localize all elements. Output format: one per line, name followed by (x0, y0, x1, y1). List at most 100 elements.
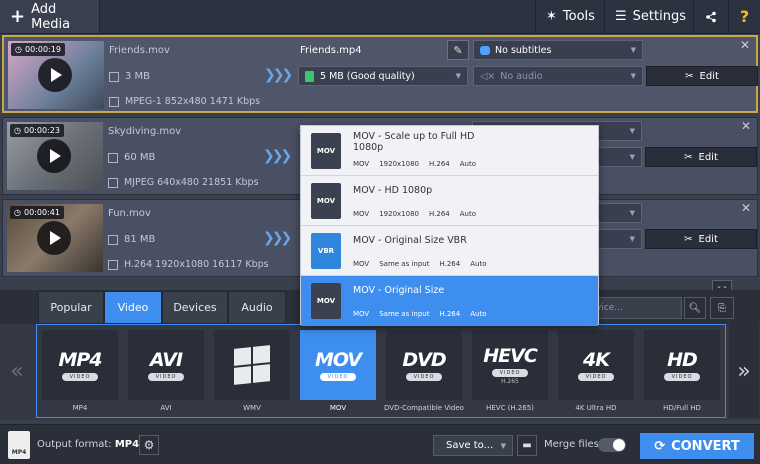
preset-dropdown-menu: MOV MOV - Scale up to Full HD 1080p MOV … (300, 125, 599, 326)
format-logo-pill: VIDEO (663, 373, 701, 381)
video-thumbnail[interactable]: ◷ 00:00:41 (7, 204, 103, 272)
format-label: AVI (160, 404, 172, 412)
tab-popular[interactable]: Popular (38, 291, 104, 324)
format-label: 4K Ultra HD (575, 404, 617, 412)
convert-arrows-icon: ❯❯❯ (263, 230, 292, 246)
tab-audio[interactable]: Audio (228, 291, 286, 324)
play-icon[interactable] (37, 221, 71, 255)
format-logo-text: 4K (583, 349, 610, 371)
file-row-friends[interactable]: ◷ 00:00:19 Friends.mov 3 MB MPEG-1 852x4… (2, 35, 758, 113)
scroll-left-button[interactable]: « (2, 324, 32, 418)
tools-label: Tools (562, 9, 595, 24)
output-file-name: Friends.mp4 (300, 45, 362, 56)
format-label: HEVC (H.265) (486, 404, 534, 412)
output-settings-button[interactable]: ⚙ (139, 435, 159, 455)
spec-resolution: Same as input (379, 310, 430, 318)
edit-button[interactable]: ✂ Edit (645, 229, 757, 249)
spec-codec: H.264 (439, 310, 461, 318)
remove-file-button[interactable]: ✕ (741, 201, 751, 215)
video-thumbnail[interactable]: ◷ 00:00:23 (7, 122, 103, 190)
film-icon (109, 96, 119, 107)
tab-devices[interactable]: Devices (162, 291, 228, 324)
file-info-text: H.264 1920x1080 16117 Kbps (124, 259, 269, 270)
format-logo-pill: VIDEO (405, 373, 443, 381)
chevron-down-icon: ▼ (629, 153, 635, 161)
open-folder-button[interactable]: ▬ (517, 435, 537, 456)
wrench-icon: ✶ (546, 9, 557, 24)
preset-title: MOV - Original Size (353, 285, 445, 296)
save-to-dropdown[interactable]: Save to... ▼ (433, 435, 513, 456)
format-tile-mp4[interactable]: MP4 VIDEO (42, 330, 118, 400)
format-tile-mov[interactable]: MOV VIDEO (300, 330, 376, 400)
format-label: MP4 (72, 404, 88, 412)
play-icon[interactable] (37, 139, 71, 173)
preset-title: MOV - Original Size VBR (353, 235, 467, 246)
save-to-label: Save to... (446, 440, 494, 451)
format-tile-hevc[interactable]: HEVC VIDEO H.265 (472, 330, 548, 400)
file-icon (305, 70, 314, 82)
play-icon[interactable] (38, 58, 72, 92)
format-search-input[interactable]: vice... (590, 297, 682, 319)
chevron-down-icon: ▼ (500, 442, 506, 450)
search-button[interactable]: 🔍︎ (684, 297, 706, 319)
source-file-size: 3 MB (109, 71, 150, 82)
file-size-text: 3 MB (125, 71, 151, 82)
app-window: + Add Media ✶ Tools ☰ Settings ? ◷ 00:00… (0, 0, 760, 464)
convert-arrows-icon: ❯❯❯ (264, 67, 293, 83)
quality-dropdown[interactable]: 5 MB (Good quality) ▼ (298, 66, 468, 86)
preset-item[interactable]: MOV MOV - HD 1080p MOV 1920x1080 H.264 A… (301, 176, 598, 226)
edit-label: Edit (698, 151, 718, 163)
tools-button[interactable]: ✶ Tools (535, 0, 603, 33)
convert-button[interactable]: ⟳ CONVERT (640, 433, 754, 459)
spec-bitrate: Auto (470, 260, 487, 268)
preset-item-selected[interactable]: MOV MOV - Original Size MOV Same as inpu… (301, 276, 598, 326)
file-info-text: MPEG-1 852x480 1471 Kbps (125, 96, 261, 107)
format-logo-pill: VIDEO (319, 373, 357, 381)
edit-button[interactable]: ✂ Edit (645, 147, 757, 167)
preset-item[interactable]: MOV MOV - Scale up to Full HD 1080p MOV … (301, 126, 598, 176)
subtitles-dropdown[interactable]: No subtitles ▼ (473, 40, 643, 60)
clock-icon: ◷ (14, 208, 21, 217)
duration-badge: ◷ 00:00:19 (11, 43, 65, 56)
format-tile-wmv[interactable] (214, 330, 290, 400)
settings-button[interactable]: ☰ Settings (604, 0, 692, 33)
preset-specs: MOV 1920x1080 H.264 Auto (353, 160, 476, 168)
format-label: HD/Full HD (663, 404, 701, 412)
duration-badge: ◷ 00:00:41 (10, 206, 64, 219)
merge-files-toggle[interactable] (598, 438, 626, 452)
format-tile-dvd[interactable]: DVD VIDEO (386, 330, 462, 400)
rename-button[interactable]: ✎ (447, 40, 469, 60)
source-file-size: 60 MB (108, 152, 155, 163)
source-file-name: Fun.mov (108, 208, 151, 219)
source-file-name: Friends.mov (109, 45, 170, 56)
format-tile-4k[interactable]: 4K VIDEO (558, 330, 634, 400)
remove-file-button[interactable]: ✕ (740, 38, 750, 52)
preset-item[interactable]: VBR MOV - Original Size VBR MOV Same as … (301, 226, 598, 276)
output-format-label: Output format: MP4 (37, 439, 139, 450)
film-icon (108, 259, 118, 270)
preset-specs: MOV Same as input H.264 Auto (353, 310, 486, 318)
edit-button[interactable]: ✂ Edit (646, 66, 758, 86)
format-logo-text: MOV (314, 349, 362, 371)
quality-text: 5 MB (Good quality) (320, 70, 415, 82)
duration-text: 00:00:41 (23, 208, 60, 217)
tab-video[interactable]: Video (104, 291, 162, 324)
video-thumbnail[interactable]: ◷ 00:00:19 (8, 41, 104, 109)
help-button[interactable]: ? (728, 0, 760, 33)
plus-icon: + (10, 5, 26, 27)
audio-dropdown[interactable]: ◁× No audio ▼ (473, 66, 643, 86)
audio-text: No audio (500, 70, 543, 82)
format-tile-hd[interactable]: HD VIDEO (644, 330, 720, 400)
detect-device-button[interactable]: ⎘ (710, 297, 734, 319)
chevron-down-icon: ▼ (455, 72, 461, 80)
format-label: WMV (243, 404, 261, 412)
format-tile-avi[interactable]: AVI VIDEO (128, 330, 204, 400)
share-button[interactable] (693, 0, 727, 33)
remove-file-button[interactable]: ✕ (741, 119, 751, 133)
add-media-button[interactable]: + Add Media (0, 0, 100, 33)
image-icon (109, 71, 119, 82)
spec-codec: H.264 (439, 260, 461, 268)
spec-container: MOV (353, 260, 370, 268)
scroll-right-button[interactable]: » (729, 324, 759, 418)
source-file-size: 81 MB (108, 234, 155, 245)
